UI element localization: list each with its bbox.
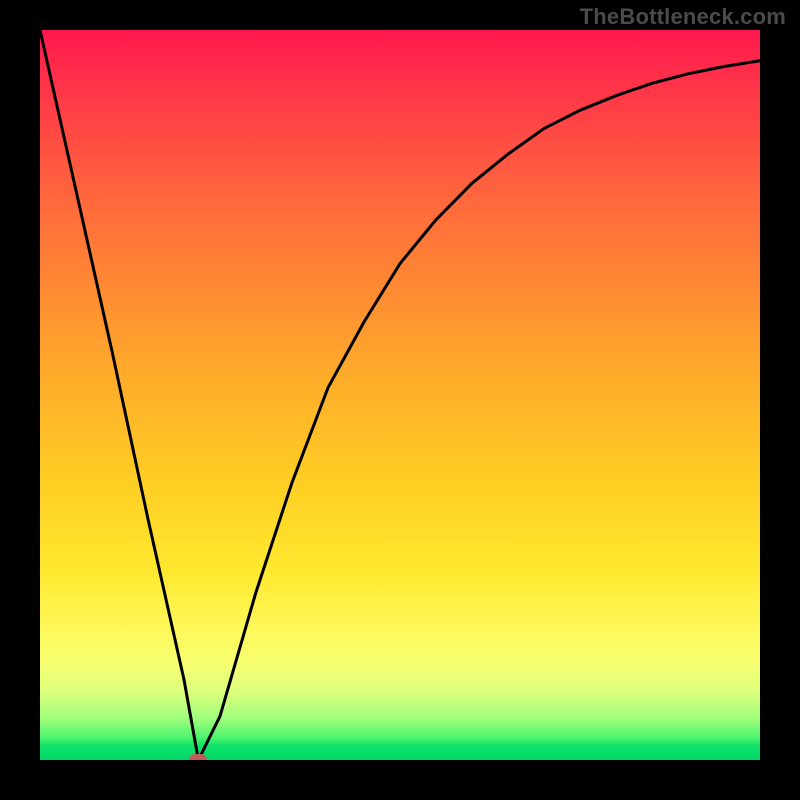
watermark-label: TheBottleneck.com [580, 4, 786, 30]
plot-area [40, 30, 760, 760]
chart-frame: TheBottleneck.com [0, 0, 800, 800]
curve-svg [40, 30, 760, 760]
optimal-marker [189, 754, 207, 760]
bottleneck-curve [40, 30, 760, 760]
